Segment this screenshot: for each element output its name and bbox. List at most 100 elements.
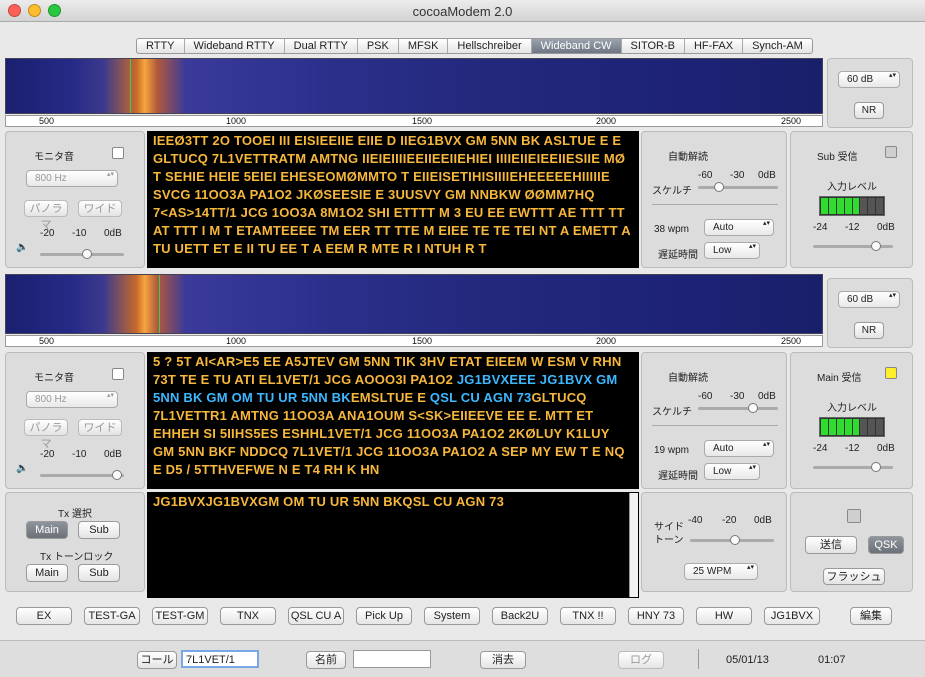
- waterfall-2[interactable]: [5, 274, 823, 334]
- tab-dual-rtty[interactable]: Dual RTTY: [285, 39, 358, 53]
- tab-synch-am[interactable]: Synch-AM: [743, 39, 812, 53]
- time-readout: 01:07: [818, 654, 846, 666]
- tx-sub-button[interactable]: Sub: [78, 521, 120, 539]
- db-range-select-1[interactable]: 60 dB: [838, 71, 900, 88]
- sub-receive-checkbox[interactable]: [885, 146, 897, 158]
- tone-frequency-select[interactable]: 800 Hz: [26, 391, 118, 408]
- edit-macros-button[interactable]: 編集: [850, 607, 892, 625]
- tab-rtty[interactable]: RTTY: [137, 39, 185, 53]
- nr-button-2[interactable]: NR: [854, 322, 884, 339]
- flash-button[interactable]: フラッシュ: [823, 568, 885, 585]
- macro-ex-button[interactable]: EX: [16, 607, 72, 625]
- tab-mfsk[interactable]: MFSK: [399, 39, 449, 53]
- log-button[interactable]: ログ: [618, 651, 664, 669]
- send-button[interactable]: 送信: [805, 536, 857, 554]
- call-input[interactable]: 7L1VET/1: [181, 650, 259, 668]
- monitor-checkbox[interactable]: [112, 368, 124, 380]
- date-readout: 05/01/13: [726, 654, 769, 666]
- sidetone-tick: 0dB: [754, 515, 772, 526]
- squelch-tick: -30: [730, 170, 745, 181]
- auto-decode-label: 自動解読: [668, 373, 708, 384]
- slider-knob[interactable]: [730, 535, 740, 545]
- call-label-button[interactable]: コール: [137, 651, 177, 669]
- macro-pickup-button[interactable]: Pick Up: [356, 607, 412, 625]
- macro-hny73-button[interactable]: HNY 73: [628, 607, 684, 625]
- monitor-label: モニタ音: [34, 152, 74, 163]
- transmit-text[interactable]: JG1BVXJG1BVXGM OM TU UR 5NN BKQSL CU AGN…: [147, 492, 639, 598]
- tone-lock-main-button[interactable]: Main: [26, 564, 68, 582]
- sidetone-tick: -20: [722, 515, 737, 526]
- delay-select[interactable]: Low: [704, 242, 760, 259]
- monitor-volume-slider[interactable]: [40, 470, 124, 480]
- squelch-slider[interactable]: [698, 182, 778, 192]
- input-level-meter: [819, 417, 885, 437]
- tx-main-button[interactable]: Main: [26, 521, 68, 539]
- wpm-readout: 19 wpm: [654, 445, 690, 456]
- clear-button[interactable]: 消去: [480, 651, 526, 669]
- macro-test-ga-button[interactable]: TEST-GA: [84, 607, 140, 625]
- slider-knob[interactable]: [714, 182, 724, 192]
- wpm-mode-select[interactable]: Auto: [704, 440, 774, 457]
- sub-receive-panel: Sub 受信 入力レベル -24 -12 0dB: [790, 131, 913, 268]
- nr-button-1[interactable]: NR: [854, 102, 884, 119]
- level-tick: -24: [813, 222, 828, 233]
- name-label-button[interactable]: 名前: [306, 651, 346, 669]
- monitor-volume-slider[interactable]: [40, 249, 124, 259]
- auto-decode-label: 自動解読: [668, 152, 708, 163]
- frequency-scale-2: 500 1000 1500 2000 2500: [5, 335, 823, 347]
- vol-tick: 0dB: [104, 228, 122, 239]
- squelch-label: スケルチ: [652, 407, 692, 418]
- waterfall-1-marker: [130, 59, 131, 113]
- macro-callsign-button[interactable]: JG1BVX: [764, 607, 820, 625]
- wide-button[interactable]: ワイド: [78, 200, 122, 217]
- speaker-icon: 🔈: [16, 463, 29, 474]
- macro-test-gm-button[interactable]: TEST-GM: [152, 607, 208, 625]
- waterfall-1[interactable]: [5, 58, 823, 114]
- tone-lock-sub-button[interactable]: Sub: [78, 564, 120, 582]
- receiver-1-text[interactable]: IEEØ3TT 2O TOOEI III EISIEEIIE EIIE D II…: [147, 131, 639, 268]
- wpm-readout: 38 wpm: [654, 224, 690, 235]
- transmit-scrollbar[interactable]: [629, 493, 638, 597]
- slider-knob[interactable]: [82, 249, 92, 259]
- delay-select[interactable]: Low: [704, 463, 760, 480]
- receiver-2-monitor-panel: モニタ音 800 Hz パノラマ ワイド -20 -10 0dB 🔈: [5, 352, 145, 489]
- wpm-mode-select[interactable]: Auto: [704, 219, 774, 236]
- name-input[interactable]: [353, 650, 431, 668]
- slider-knob[interactable]: [748, 403, 758, 413]
- wide-button[interactable]: ワイド: [78, 419, 122, 436]
- tab-wideband-cw[interactable]: Wideband CW: [531, 39, 622, 53]
- waterfall-1-controls: 60 dB NR: [827, 58, 913, 128]
- panorama-button[interactable]: パノラマ: [24, 200, 68, 231]
- qsk-button[interactable]: QSK: [868, 536, 904, 554]
- tab-psk[interactable]: PSK: [358, 39, 399, 53]
- slider-knob[interactable]: [871, 241, 881, 251]
- tx-wpm-select[interactable]: 25 WPM: [684, 563, 758, 580]
- tone-frequency-select[interactable]: 800 Hz: [26, 170, 118, 187]
- tab-sitor-b[interactable]: SITOR-B: [622, 39, 685, 53]
- squelch-slider[interactable]: [698, 403, 778, 413]
- macro-tnx2-button[interactable]: TNX !!: [560, 607, 616, 625]
- vol-tick: 0dB: [104, 449, 122, 460]
- tab-hellschreiber[interactable]: Hellschreiber: [448, 39, 532, 53]
- tab-hf-fax[interactable]: HF-FAX: [685, 39, 744, 53]
- title-bar: cocoaModem 2.0: [0, 0, 925, 22]
- tab-wideband-rtty[interactable]: Wideband RTTY: [185, 39, 285, 53]
- macro-qsl-button[interactable]: QSL CU A: [288, 607, 344, 625]
- input-gain-slider[interactable]: [813, 462, 893, 472]
- slider-knob[interactable]: [112, 470, 122, 480]
- monitor-label: モニタ音: [34, 373, 74, 384]
- sidetone-slider[interactable]: [690, 535, 774, 545]
- macro-back2u-button[interactable]: Back2U: [492, 607, 548, 625]
- main-receive-indicator[interactable]: [885, 367, 897, 379]
- panorama-button[interactable]: パノラマ: [24, 419, 68, 450]
- macro-tnx-button[interactable]: TNX: [220, 607, 276, 625]
- monitor-checkbox[interactable]: [112, 147, 124, 159]
- db-range-select-2[interactable]: 60 dB: [838, 291, 900, 308]
- slider-knob[interactable]: [871, 462, 881, 472]
- transmit-checkbox[interactable]: [847, 509, 861, 523]
- macro-hw-button[interactable]: HW: [696, 607, 752, 625]
- input-gain-slider[interactable]: [813, 241, 893, 251]
- receiver-2-text[interactable]: 5 ? 5T AI<AR>E5 EE A5JTEV GM 5NN TIK 3HV…: [147, 352, 639, 489]
- macro-system-button[interactable]: System: [424, 607, 480, 625]
- receiver-1-monitor-panel: モニタ音 800 Hz パノラマ ワイド -20 -10 0dB 🔈: [5, 131, 145, 268]
